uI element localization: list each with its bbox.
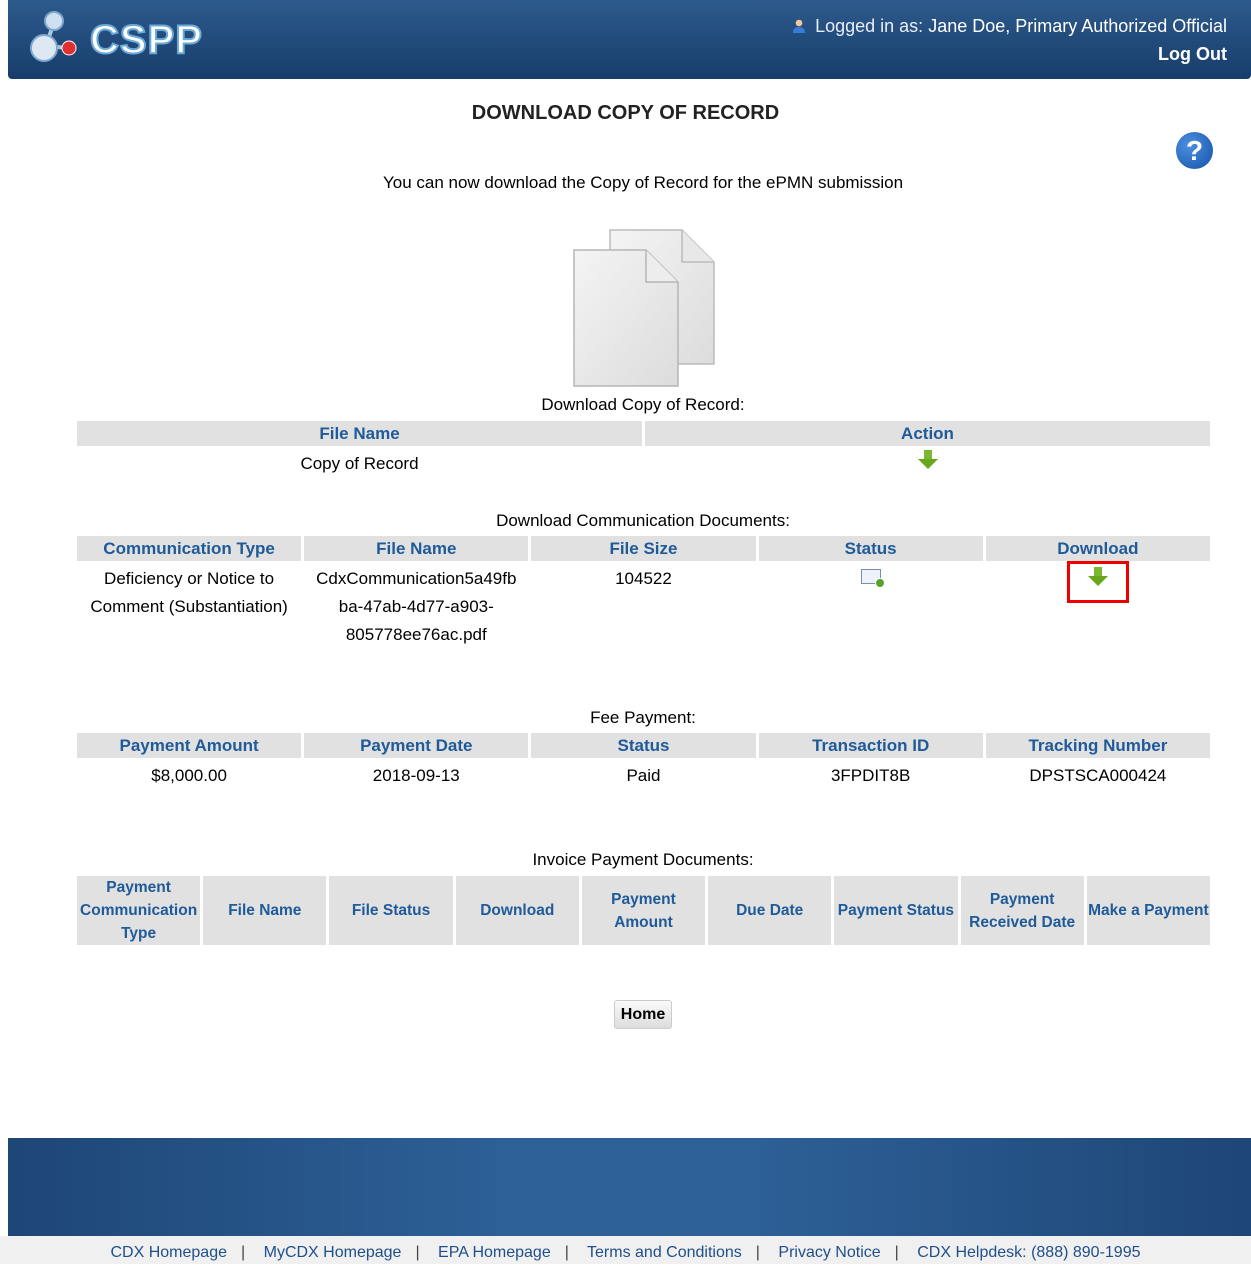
table-row: Copy of Record <box>77 446 1210 483</box>
column-header-payment-communication-type: Payment Communication Type <box>77 876 201 945</box>
logo-text: CSPP <box>89 17 203 63</box>
transaction-id-cell: 3FPDIT8B <box>830 766 911 785</box>
download-arrow-icon[interactable] <box>1087 567 1108 587</box>
file-name-cell: Copy of Record <box>300 454 419 473</box>
download-cell <box>986 561 1210 653</box>
column-header-communication-type: Communication Type <box>77 536 302 561</box>
logged-in-label: Logged in as: <box>815 16 924 36</box>
table-row: Deficiency or Notice to Comment (Substan… <box>77 561 1210 653</box>
download-arrow-icon[interactable] <box>917 450 938 470</box>
column-header-payment-status: Payment Status <box>834 876 958 945</box>
column-header-status: Status <box>758 536 983 561</box>
column-header-file-status: File Status <box>329 876 453 945</box>
column-header-payment-amount: Payment Amount <box>581 876 706 945</box>
payment-amount-cell: $8,000.00 <box>151 766 227 785</box>
status-cell <box>759 561 983 653</box>
cspp-logo[interactable]: CSPP <box>24 8 214 68</box>
payment-status-cell: Paid <box>626 766 661 785</box>
file-size-cell: 104522 <box>615 569 672 588</box>
fee-payment-table: Payment Amount Payment Date Status Trans… <box>74 733 1213 794</box>
footer-link-terms[interactable]: Terms and Conditions <box>587 1244 742 1261</box>
site-header: CSPP Logged in as: Jane Doe, Primary Aut… <box>8 0 1251 79</box>
column-header-download: Download <box>985 536 1210 561</box>
footer-link-epa-homepage[interactable]: EPA Homepage <box>438 1244 551 1261</box>
footer-separator: | <box>894 1244 899 1261</box>
footer-link-mycdx-homepage[interactable]: MyCDX Homepage <box>264 1244 402 1261</box>
footer-link-cdx-homepage[interactable]: CDX Homepage <box>111 1244 228 1261</box>
column-header-file-name: File Name <box>304 536 529 561</box>
footer-band <box>8 1138 1251 1236</box>
footer-separator: | <box>755 1244 760 1261</box>
column-header-status: Status <box>531 733 756 758</box>
communication-documents-table: Communication Type File Name File Size S… <box>74 536 1213 653</box>
mail-status-icon <box>860 569 885 588</box>
column-header-transaction-id: Transaction ID <box>758 733 983 758</box>
communication-documents-label: Download Communication Documents: <box>496 511 790 530</box>
invoice-documents-table: Payment Communication Type File Name Fil… <box>74 876 1213 945</box>
intro-text: You can now download the Copy of Record … <box>382 173 904 192</box>
column-header-payment-amount: Payment Amount <box>77 733 302 758</box>
footer-link-privacy[interactable]: Privacy Notice <box>778 1244 880 1261</box>
column-header-due-date: Due Date <box>708 876 832 945</box>
copy-of-record-table: File Name Action Copy of Record <box>74 421 1213 483</box>
fee-payment-label: Fee Payment: <box>590 708 696 727</box>
documents-icon <box>573 229 715 387</box>
communication-type-line: Deficiency or Notice to <box>104 569 275 588</box>
login-info: Logged in as: Jane Doe, Primary Authoriz… <box>792 16 1227 37</box>
column-header-payment-date: Payment Date <box>304 733 529 758</box>
file-name-line: ba-47ab-4d77-a903- <box>338 597 494 616</box>
copy-of-record-label: Download Copy of Record: <box>541 395 745 414</box>
molecule-logo-icon <box>30 11 77 62</box>
column-header-file-name: File Name <box>77 421 642 446</box>
footer-separator: | <box>415 1244 420 1261</box>
help-icon[interactable]: ? <box>1176 132 1213 169</box>
communication-type-cell: Deficiency or Notice to Comment (Substan… <box>77 561 301 653</box>
user-icon <box>793 19 806 33</box>
column-header-make-a-payment: Make a Payment <box>1086 876 1210 945</box>
column-header-file-name: File Name <box>203 876 327 945</box>
action-cell <box>645 446 1210 483</box>
footer-links: CDX Homepage | MyCDX Homepage | EPA Homepa… <box>0 1236 1251 1264</box>
communication-type-line: Comment (Substantiation) <box>90 597 288 616</box>
user-name: Jane Doe, Primary Authorized Official <box>928 16 1227 36</box>
home-button[interactable]: Home <box>614 1000 672 1029</box>
download-highlight-box <box>1066 561 1129 603</box>
footer-link-helpdesk[interactable]: CDX Helpdesk: (888) 890-1995 <box>917 1244 1140 1261</box>
page-title: DOWNLOAD COPY OF RECORD <box>471 102 780 124</box>
payment-date-cell: 2018-09-13 <box>372 766 460 785</box>
column-header-file-size: File Size <box>531 536 756 561</box>
table-row: $8,000.00 2018-09-13 Paid 3FPDIT8B DPSTS… <box>77 758 1210 794</box>
file-name-line: 805778ee76ac.pdf <box>345 625 487 644</box>
file-name-line: CdxCommunication5a49fb <box>316 569 517 588</box>
footer-separator: | <box>241 1244 246 1261</box>
column-header-payment-received-date: Payment Received Date <box>960 876 1084 945</box>
column-header-tracking-number: Tracking Number <box>985 733 1210 758</box>
column-header-action: Action <box>645 421 1210 446</box>
logout-link[interactable]: Log Out <box>1158 44 1227 65</box>
column-header-download: Download <box>455 876 579 945</box>
file-name-cell: CdxCommunication5a49fb ba-47ab-4d77-a903… <box>304 561 528 653</box>
invoice-documents-label: Invoice Payment Documents: <box>532 850 754 869</box>
footer-separator: | <box>564 1244 569 1261</box>
tracking-number-cell: DPSTSCA000424 <box>1029 766 1167 785</box>
